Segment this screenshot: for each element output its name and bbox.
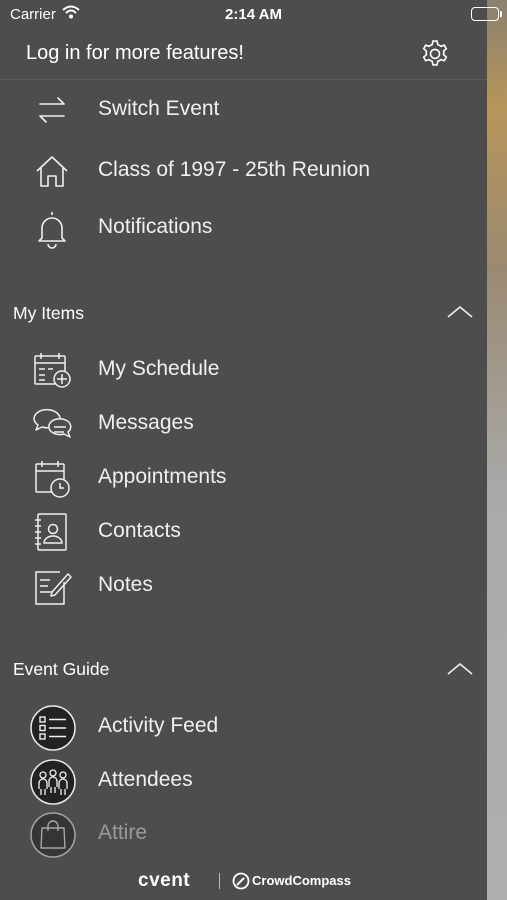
menu-item-messages[interactable]: Messages xyxy=(0,398,487,450)
gear-icon[interactable] xyxy=(418,37,452,71)
menu-item-label: Notes xyxy=(98,573,153,596)
menu-item-attire[interactable]: Attire xyxy=(0,808,487,860)
battery-icon xyxy=(471,7,499,21)
menu-item-label: Attendees xyxy=(98,768,193,791)
crowdcompass-logo-text: CrowdCompass xyxy=(252,873,351,888)
chat-bubbles-icon xyxy=(30,402,74,446)
menu-item-contacts[interactable]: Contacts xyxy=(0,506,487,558)
menu-item-label: Messages xyxy=(98,411,194,434)
login-prompt[interactable]: Log in for more features! xyxy=(26,42,244,65)
menu-item-appointments[interactable]: Appointments xyxy=(0,452,487,504)
switch-arrows-icon xyxy=(30,88,74,132)
chevron-up-icon[interactable] xyxy=(446,661,474,677)
people-group-icon xyxy=(30,759,76,805)
menu-item-label: Activity Feed xyxy=(98,714,219,737)
bell-icon xyxy=(30,206,74,250)
menu-item-label: Appointments xyxy=(98,465,227,488)
menu-item-label: My Schedule xyxy=(98,357,220,380)
menu-item-activity-feed[interactable]: Activity Feed xyxy=(0,701,487,753)
home-icon xyxy=(30,149,74,193)
section-title-my-items: My Items xyxy=(13,303,84,323)
status-time: 2:14 AM xyxy=(225,6,282,23)
chevron-up-icon[interactable] xyxy=(446,304,474,320)
drawer-header: Log in for more features! xyxy=(0,30,487,80)
navigation-drawer: Carrier Log in for more features! Switch… xyxy=(0,0,487,900)
calendar-add-icon xyxy=(30,348,74,392)
menu-item-label: Class of 1997 - 25th Reunion xyxy=(98,158,371,181)
footer-branding: cvent CrowdCompass xyxy=(0,866,487,896)
shopping-bag-icon xyxy=(30,812,76,858)
menu-item-label: Switch Event xyxy=(98,97,220,120)
cvent-logo: cvent xyxy=(138,870,191,891)
menu-item-my-schedule[interactable]: My Schedule xyxy=(0,344,487,396)
section-title-event-guide: Event Guide xyxy=(13,659,110,679)
battery-tip xyxy=(500,11,502,17)
crowdcompass-logo-icon xyxy=(232,872,250,890)
activity-list-icon xyxy=(30,705,76,751)
background-peek[interactable] xyxy=(487,0,507,900)
note-pencil-icon xyxy=(30,564,74,608)
menu-item-switch-event[interactable]: Switch Event xyxy=(0,84,487,136)
menu-item-label: Notifications xyxy=(98,215,213,238)
footer-divider xyxy=(219,873,220,889)
menu-item-label: Contacts xyxy=(98,519,181,542)
menu-item-label: Attire xyxy=(98,821,148,844)
menu-item-event-home[interactable]: Class of 1997 - 25th Reunion xyxy=(0,145,487,197)
menu-item-notifications[interactable]: Notifications xyxy=(0,202,487,254)
address-book-icon xyxy=(30,510,74,554)
menu-item-notes[interactable]: Notes xyxy=(0,560,487,612)
calendar-clock-icon xyxy=(30,456,74,500)
menu-item-attendees[interactable]: Attendees xyxy=(0,755,487,807)
